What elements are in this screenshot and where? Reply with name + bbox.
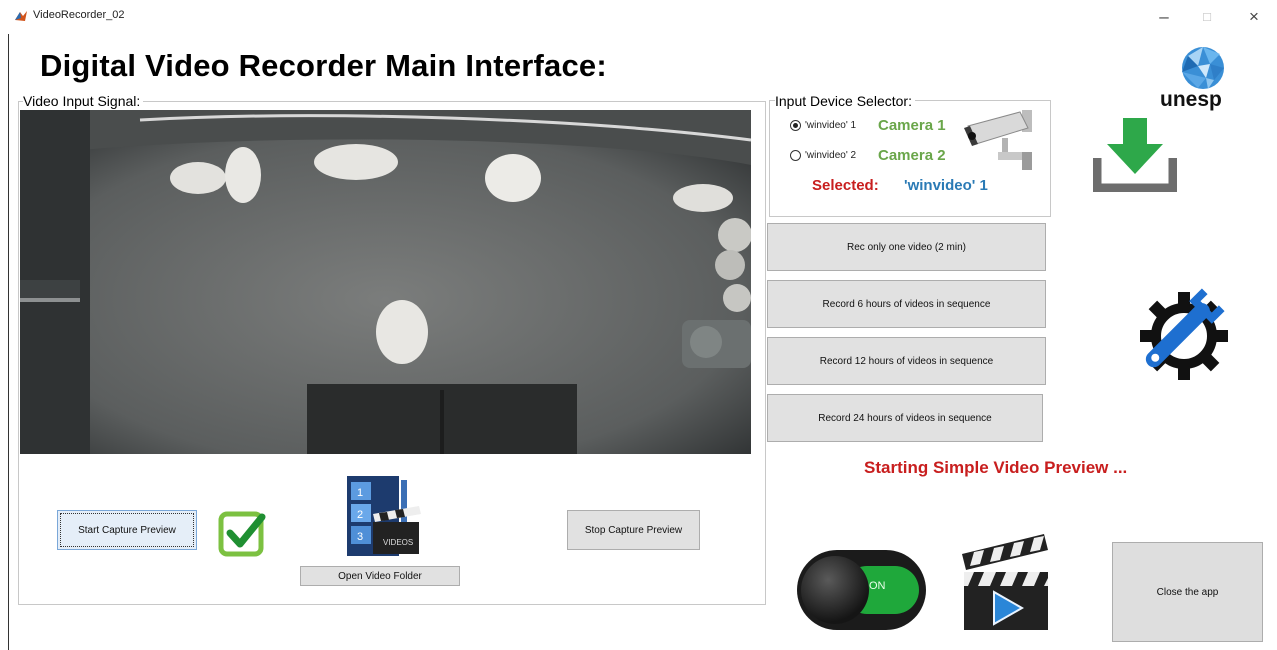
unesp-logo: unesp (1158, 44, 1248, 114)
start-capture-preview-button[interactable]: Start Capture Preview (57, 510, 197, 550)
video-input-label: Video Input Signal: (23, 93, 144, 109)
toggle-state-label: ON (869, 580, 886, 592)
stop-capture-preview-button[interactable]: Stop Capture Preview (567, 510, 700, 550)
record-6-hours-button[interactable]: Record 6 hours of videos in sequence (767, 280, 1046, 328)
open-video-folder-button[interactable]: Open Video Folder (300, 566, 460, 586)
svg-text:VIDEOS: VIDEOS (383, 538, 413, 547)
close-app-button[interactable]: Close the app (1112, 542, 1263, 642)
radio-label-winvideo-1: 'winvideo' 1 (805, 120, 857, 131)
security-camera-icon (964, 110, 1032, 170)
svg-text:3: 3 (357, 531, 363, 543)
page-title: Digital Video Recorder Main Interface: (40, 48, 607, 83)
radio-winvideo-2[interactable] (790, 150, 801, 161)
wrench-gear-icon[interactable] (1128, 282, 1232, 384)
globe-icon (1182, 47, 1224, 89)
svg-text:2: 2 (357, 509, 363, 521)
toggle-knob (801, 556, 869, 624)
record-12-hours-button[interactable]: Record 12 hours of videos in sequence (767, 337, 1046, 385)
preview-toggle-switch[interactable]: ON (797, 550, 926, 630)
download-icon[interactable] (1093, 118, 1177, 192)
camera-feed-image (20, 110, 751, 454)
window-edge (8, 34, 9, 650)
svg-text:1: 1 (357, 487, 363, 499)
input-device-selector-label: Input Device Selector: (775, 93, 915, 109)
logo-text: unesp (1160, 88, 1222, 111)
close-window-button[interactable]: × (1243, 6, 1265, 28)
rec-one-video-button[interactable]: Rec only one video (2 min) (767, 223, 1046, 271)
radio-label-winvideo-2: 'winvideo' 2 (805, 150, 857, 161)
minimize-button[interactable]: – (1153, 6, 1175, 28)
video-preview (20, 110, 751, 454)
camera-1-label: Camera 1 (878, 117, 946, 134)
selected-device-value: 'winvideo' 1 (904, 177, 988, 194)
status-message: Starting Simple Video Preview ... (864, 458, 1128, 477)
clapperboard-play-icon[interactable] (960, 528, 1052, 632)
window-title-bar: VideoRecorder_02 – □ × (0, 0, 1277, 34)
matlab-icon (15, 11, 27, 21)
radio-winvideo-1[interactable] (790, 120, 801, 131)
record-24-hours-button[interactable]: Record 24 hours of videos in sequence (767, 394, 1043, 442)
maximize-button[interactable]: □ (1196, 6, 1218, 28)
checkmark-icon (218, 511, 266, 557)
video-folder-icon[interactable]: 1 2 3 VIDEOS (343, 472, 423, 558)
window-title: VideoRecorder_02 (33, 9, 125, 21)
camera-2-label: Camera 2 (878, 147, 946, 164)
selected-label: Selected: (812, 177, 879, 194)
